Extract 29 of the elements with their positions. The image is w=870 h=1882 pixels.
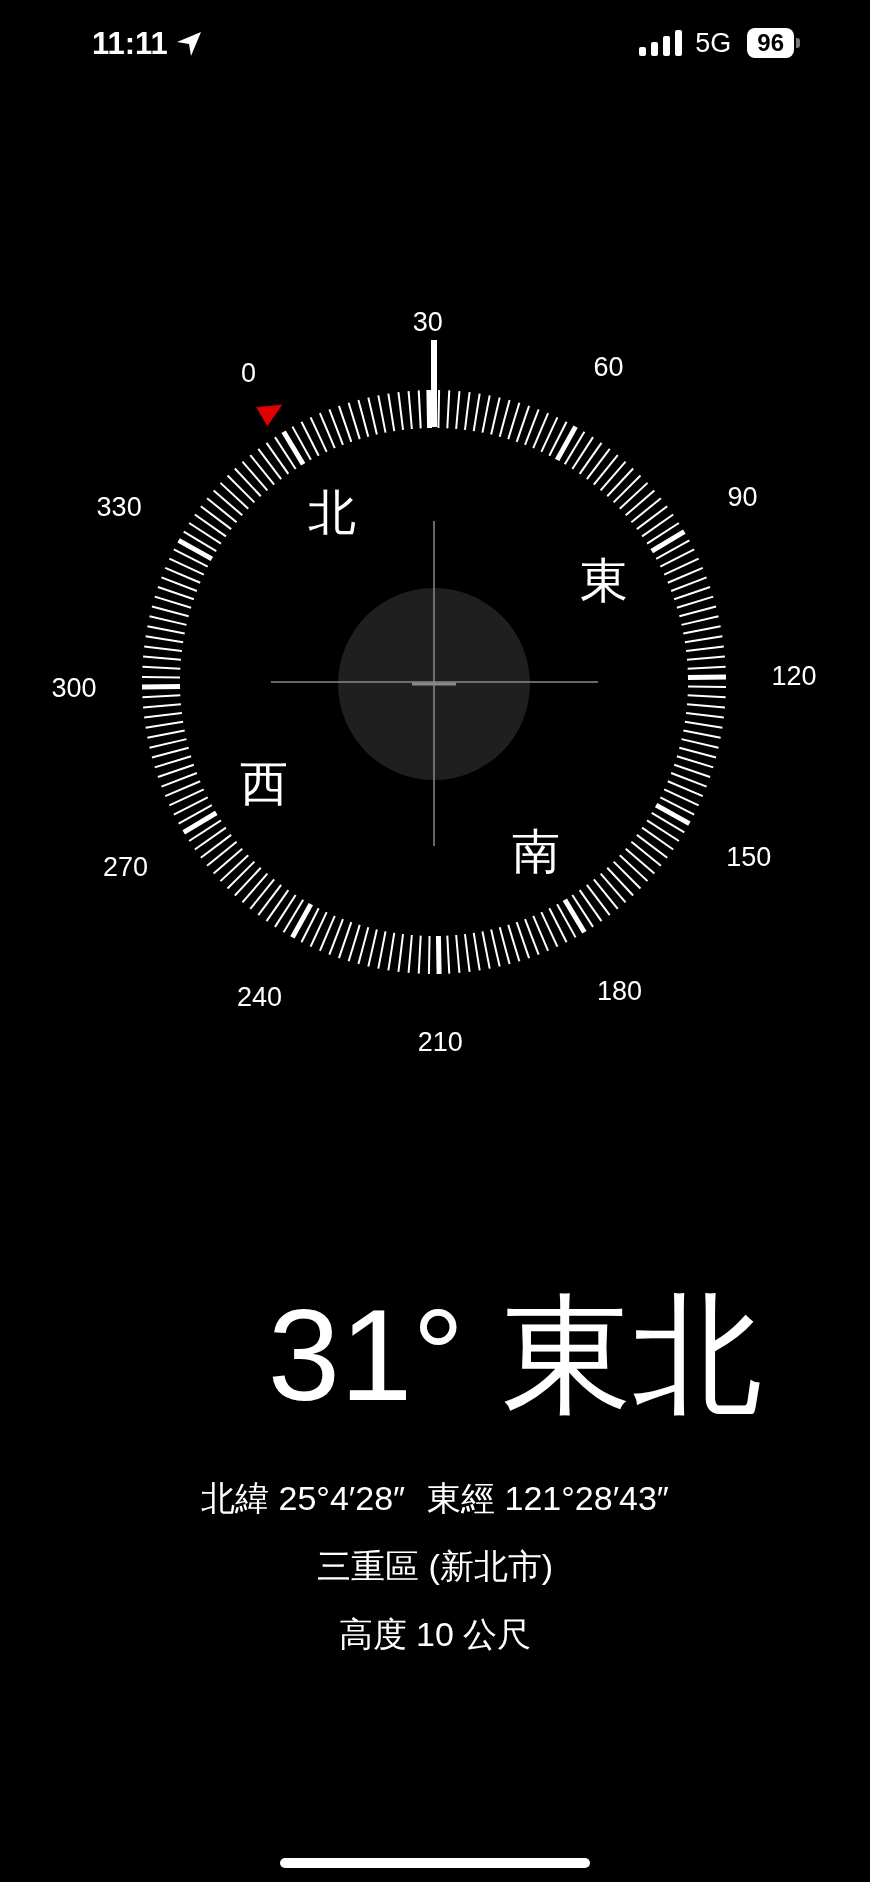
place-name: 三重區 (新北市)	[316, 1546, 554, 1587]
clock-time: 11:11	[92, 28, 168, 59]
degree-label: 30	[412, 307, 443, 338]
heading-direction: 東北	[502, 1290, 763, 1420]
triangle-marker	[256, 404, 283, 427]
altitude-text: 高度 10 公尺	[338, 1614, 532, 1655]
signal-icon	[639, 30, 684, 56]
home-indicator[interactable]	[280, 1858, 590, 1868]
degree-label: 0	[241, 358, 257, 389]
direction-label: 東	[579, 553, 628, 607]
direction-label: 南	[512, 825, 560, 879]
direction-label: 西	[240, 757, 289, 811]
degree-label: 270	[102, 852, 148, 883]
longitude-text: 東經 121°28′43″	[427, 1478, 669, 1519]
latitude-text: 北緯 25°4′28″	[201, 1478, 406, 1519]
degree-label: 150	[726, 841, 772, 872]
heading-degrees: 31°	[267, 1290, 465, 1420]
direction-label: 北	[308, 485, 356, 539]
degree-label: 90	[727, 481, 758, 512]
degree-label: 300	[51, 673, 97, 704]
degree-label: 120	[771, 660, 817, 691]
location-arrow-icon	[175, 30, 202, 57]
degree-label: 210	[417, 1026, 463, 1057]
degree-label: 240	[236, 981, 282, 1012]
degree-label: 60	[593, 352, 624, 383]
network-type: 5G	[695, 29, 732, 57]
degree-label: 330	[96, 492, 142, 523]
degree-label: 180	[596, 975, 642, 1006]
battery-level: 96	[747, 28, 794, 58]
